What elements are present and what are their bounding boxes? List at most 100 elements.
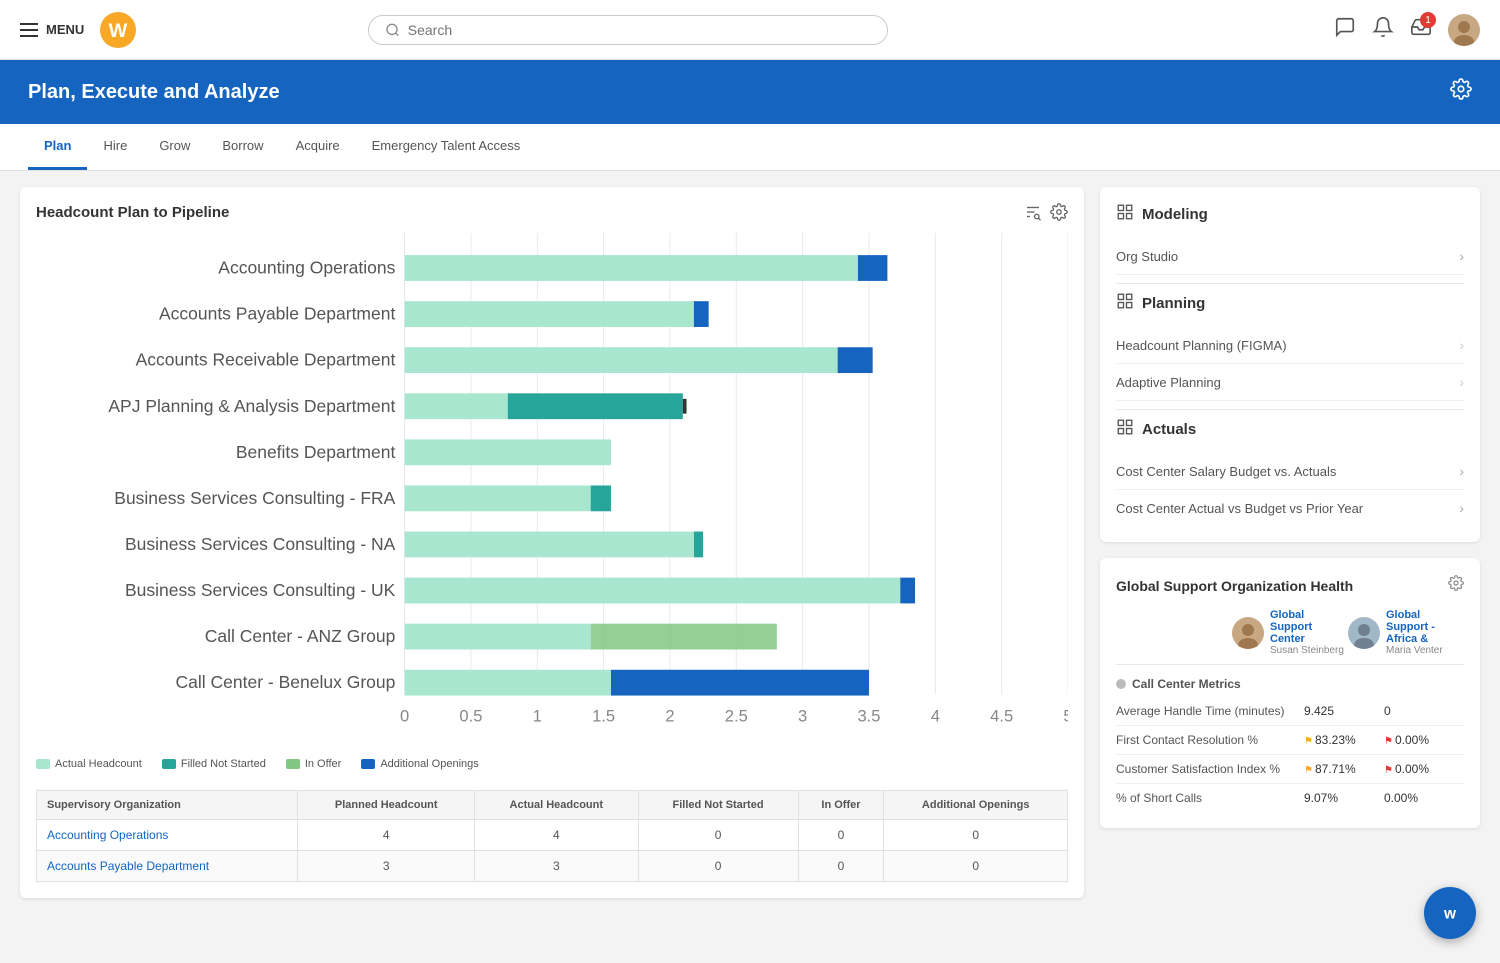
call-center-metrics: Call Center Metrics Average Handle Time …	[1116, 669, 1464, 812]
org-studio-label: Org Studio	[1116, 249, 1178, 264]
hamburger-icon	[20, 23, 38, 37]
metric-val2-2: ⚑0.00%	[1384, 733, 1464, 747]
legend-offer: In Offer	[286, 758, 341, 770]
right-column: Modeling Org Studio › Planning Headcount…	[1100, 187, 1480, 898]
svg-text:0.5: 0.5	[459, 706, 482, 725]
svg-text:0: 0	[400, 706, 409, 725]
svg-text:4: 4	[931, 706, 940, 725]
legend-filled: Filled Not Started	[162, 758, 266, 770]
planning-icon	[1116, 292, 1134, 315]
section-divider-2	[1116, 409, 1464, 410]
gso-title: Global Support Organization Health	[1116, 578, 1353, 594]
metric-label-2: First Contact Resolution %	[1116, 733, 1304, 747]
adaptive-planning-item[interactable]: Adaptive Planning ›	[1116, 364, 1464, 401]
svg-text:Accounts Payable Department: Accounts Payable Department	[159, 304, 396, 324]
flag-red-1: ⚑	[1384, 736, 1393, 747]
main-content: Headcount Plan to Pipeline	[0, 171, 1500, 914]
tabs-bar: Plan Hire Grow Borrow Acquire Emergency …	[0, 124, 1500, 171]
person-2-role: Maria Venter	[1386, 645, 1464, 656]
page-settings-button[interactable]	[1450, 78, 1472, 106]
svg-text:4.5: 4.5	[990, 706, 1013, 725]
cost-center-actual-arrow: ›	[1459, 500, 1464, 516]
search-icon	[385, 22, 400, 38]
col-actual: Actual Headcount	[475, 791, 639, 820]
person-2-name: Global Support - Africa &	[1386, 609, 1464, 645]
page-header: Plan, Execute and Analyze	[0, 60, 1500, 124]
metric-row-1: Average Handle Time (minutes) 9.425 0	[1116, 697, 1464, 726]
chart-toolbar[interactable]	[1024, 203, 1068, 221]
legend-actual-label: Actual Headcount	[55, 758, 142, 770]
tab-acquire[interactable]: Acquire	[280, 124, 356, 170]
metric-row-3: Customer Satisfaction Index % ⚑87.71% ⚑0…	[1116, 755, 1464, 784]
metric-val1-3: ⚑87.71%	[1304, 762, 1384, 776]
bell-button[interactable]	[1372, 16, 1394, 43]
col-offer: In Offer	[798, 791, 884, 820]
svg-text:Accounting Operations: Accounting Operations	[218, 258, 395, 278]
tab-grow[interactable]: Grow	[143, 124, 206, 170]
bar-chart-area: Accounting Operations Accounts Payable D…	[36, 233, 1068, 752]
inbox-button[interactable]: 1	[1410, 16, 1432, 43]
svg-text:1.5: 1.5	[592, 706, 615, 725]
table-row: Accounts Payable Department 3 3 0 0 0	[37, 851, 1068, 882]
flag-red-2: ⚑	[1384, 765, 1393, 776]
chat-button[interactable]	[1334, 16, 1356, 43]
org-studio-item[interactable]: Org Studio ›	[1116, 238, 1464, 275]
global-support-card: Global Support Organization Health	[1100, 558, 1480, 828]
flag-yellow-1: ⚑	[1304, 736, 1313, 747]
workday-assistant-button[interactable]: w	[1424, 887, 1476, 939]
actuals-icon	[1116, 418, 1134, 441]
tab-borrow[interactable]: Borrow	[206, 124, 279, 170]
adaptive-planning-label: Adaptive Planning	[1116, 375, 1221, 390]
menu-label: MENU	[46, 22, 84, 37]
cost-center-actual-item[interactable]: Cost Center Actual vs Budget vs Prior Ye…	[1116, 490, 1464, 526]
headcount-planning-item[interactable]: Headcount Planning (FIGMA) ›	[1116, 327, 1464, 364]
tab-emergency[interactable]: Emergency Talent Access	[356, 124, 537, 170]
cost-center-salary-item[interactable]: Cost Center Salary Budget vs. Actuals ›	[1116, 453, 1464, 490]
chart-header: Headcount Plan to Pipeline	[36, 203, 1068, 221]
svg-text:w: w	[1443, 905, 1456, 922]
tab-plan[interactable]: Plan	[28, 124, 87, 170]
modeling-title: Modeling	[1142, 206, 1208, 223]
person-1[interactable]: Global Support Center Susan Steinberg	[1232, 609, 1348, 656]
person-1-info: Global Support Center Susan Steinberg	[1270, 609, 1348, 656]
nav-icons: 1	[1334, 14, 1480, 46]
person-1-avatar	[1232, 617, 1264, 649]
metric-label-4: % of Short Calls	[1116, 791, 1304, 805]
metric-row-2: First Contact Resolution % ⚑83.23% ⚑0.00…	[1116, 726, 1464, 755]
org-link-1[interactable]: Accounting Operations	[37, 820, 298, 851]
legend-additional-label: Additional Openings	[380, 758, 478, 770]
actuals-title: Actuals	[1142, 421, 1196, 438]
col-additional: Additional Openings	[884, 791, 1068, 820]
menu-button[interactable]: MENU	[20, 22, 84, 37]
offer-2: 0	[798, 851, 884, 882]
svg-text:1: 1	[533, 706, 542, 725]
search-bar[interactable]	[368, 15, 888, 45]
legend-filled-color	[162, 759, 176, 769]
additional-1: 0	[884, 820, 1068, 851]
person-2-info: Global Support - Africa & Maria Venter	[1386, 609, 1464, 656]
svg-text:Benefits Department: Benefits Department	[236, 442, 396, 462]
headcount-planning-arrow: ›	[1459, 337, 1464, 353]
planned-1: 4	[298, 820, 475, 851]
gso-header: Global Support Organization Health	[1116, 574, 1464, 597]
metric-label-spacer	[1116, 609, 1232, 656]
metric-label-3: Customer Satisfaction Index %	[1116, 762, 1304, 776]
page-title: Plan, Execute and Analyze	[28, 81, 280, 104]
filled-1: 0	[638, 820, 798, 851]
modeling-planning-card: Modeling Org Studio › Planning Headcount…	[1100, 187, 1480, 542]
metric-label-1: Average Handle Time (minutes)	[1116, 704, 1304, 718]
person-2[interactable]: Global Support - Africa & Maria Venter	[1348, 609, 1464, 656]
planning-section-header: Planning	[1116, 292, 1464, 315]
cost-center-salary-label: Cost Center Salary Budget vs. Actuals	[1116, 464, 1336, 479]
metric-val1-4: 9.07%	[1304, 791, 1384, 805]
search-input[interactable]	[408, 22, 871, 38]
col-planned: Planned Headcount	[298, 791, 475, 820]
tab-hire[interactable]: Hire	[87, 124, 143, 170]
settings-icon[interactable]	[1050, 203, 1068, 221]
gso-settings-button[interactable]	[1448, 574, 1464, 597]
org-link-2[interactable]: Accounts Payable Department	[37, 851, 298, 882]
actuals-section-header: Actuals	[1116, 418, 1464, 441]
avatar-button[interactable]	[1448, 14, 1480, 46]
filter-icon[interactable]	[1024, 203, 1042, 221]
offer-1: 0	[798, 820, 884, 851]
